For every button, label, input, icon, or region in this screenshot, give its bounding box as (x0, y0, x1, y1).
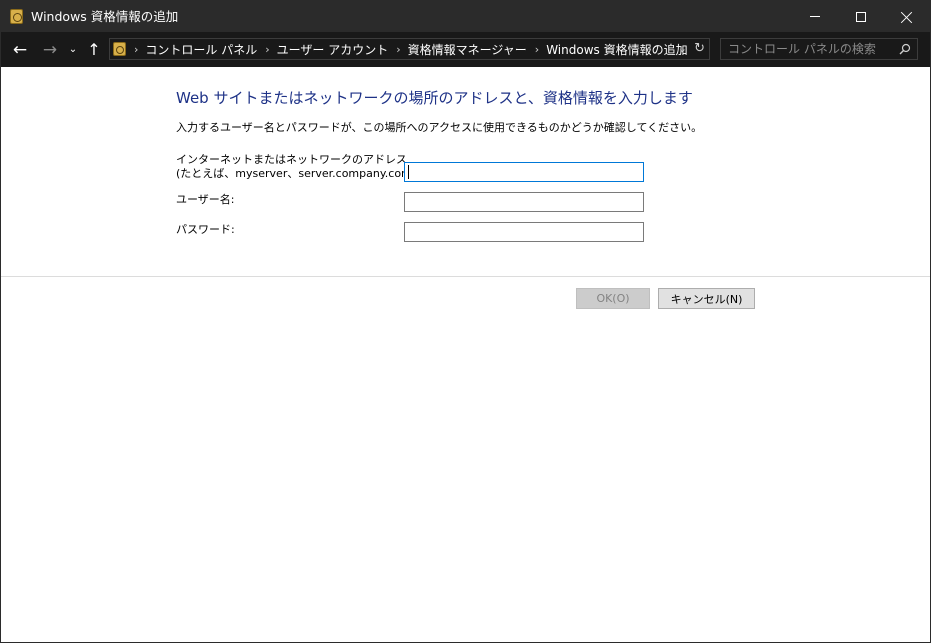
address-input[interactable] (404, 162, 644, 182)
arrow-left-icon: ← (12, 39, 28, 60)
page-title: Web サイトまたはネットワークの場所のアドレスと、資格情報を入力します (176, 89, 693, 107)
page-description: 入力するユーザー名とパスワードが、この場所へのアクセスに使用できるものかどうか確… (176, 121, 703, 134)
address-label-line1: インターネットまたはネットワークのアドレス (176, 153, 407, 166)
password-input[interactable] (404, 222, 644, 242)
user-name-input[interactable] (404, 192, 644, 212)
arrow-right-icon: → (42, 39, 58, 60)
address-bar[interactable]: › コントロール パネル › ユーザー アカウント › 資格情報マネージャー ›… (109, 38, 710, 60)
minimize-icon (810, 16, 820, 17)
password-label: パスワード: (176, 223, 235, 236)
breadcrumb-add-windows-credential[interactable]: Windows 資格情報の追加 (546, 41, 687, 58)
breadcrumb-separator-icon: › (134, 42, 139, 56)
breadcrumb-control-panel[interactable]: コントロール パネル (145, 41, 257, 58)
divider (1, 276, 930, 277)
recent-locations-button[interactable]: ⌄ (65, 32, 81, 67)
breadcrumb-separator-icon[interactable]: › (257, 43, 276, 56)
close-icon (901, 11, 913, 23)
maximize-button[interactable] (838, 1, 884, 32)
search-icon[interactable] (899, 43, 911, 55)
up-button[interactable]: ↑ (83, 32, 105, 67)
title-bar[interactable]: Windows 資格情報の追加 (1, 1, 930, 32)
arrow-up-icon: ↑ (87, 40, 101, 59)
main-content: Web サイトまたはネットワークの場所のアドレスと、資格情報を入力します 入力す… (1, 67, 930, 642)
cancel-button[interactable]: キャンセル(N) (658, 288, 755, 309)
credential-manager-icon (10, 9, 23, 24)
control-panel-icon (113, 42, 126, 56)
window-title: Windows 資格情報の追加 (31, 9, 179, 24)
chevron-down-icon: ⌄ (68, 44, 78, 55)
close-button[interactable] (884, 1, 930, 32)
credential-window: Windows 資格情報の追加 ← → ⌄ ↑ › コントロール パネル › ユ… (0, 0, 931, 643)
search-box[interactable] (720, 38, 918, 60)
address-label-line2: (たとえば、myserver、server.company.com): (176, 167, 420, 180)
minimize-button[interactable] (792, 1, 838, 32)
search-input[interactable] (721, 39, 891, 59)
address-label: インターネットまたはネットワークのアドレス (たとえば、myserver、ser… (176, 153, 420, 181)
breadcrumb-user-accounts[interactable]: ユーザー アカウント (277, 41, 389, 58)
address-dropdown-icon[interactable]: ⌄ (678, 39, 687, 59)
back-button[interactable]: ← (7, 32, 33, 67)
breadcrumb-credential-manager[interactable]: 資格情報マネージャー (408, 41, 527, 58)
forward-button[interactable]: → (37, 32, 63, 67)
user-name-label: ユーザー名: (176, 193, 235, 206)
breadcrumb-separator-icon[interactable]: › (388, 43, 407, 56)
ok-button[interactable]: OK(O) (576, 288, 650, 309)
text-caret (408, 165, 409, 179)
breadcrumb-separator-icon[interactable]: › (527, 43, 546, 56)
refresh-icon[interactable]: ↻ (694, 39, 705, 59)
maximize-icon (856, 11, 866, 22)
navigation-bar: ← → ⌄ ↑ › コントロール パネル › ユーザー アカウント › 資格情報… (1, 32, 930, 67)
